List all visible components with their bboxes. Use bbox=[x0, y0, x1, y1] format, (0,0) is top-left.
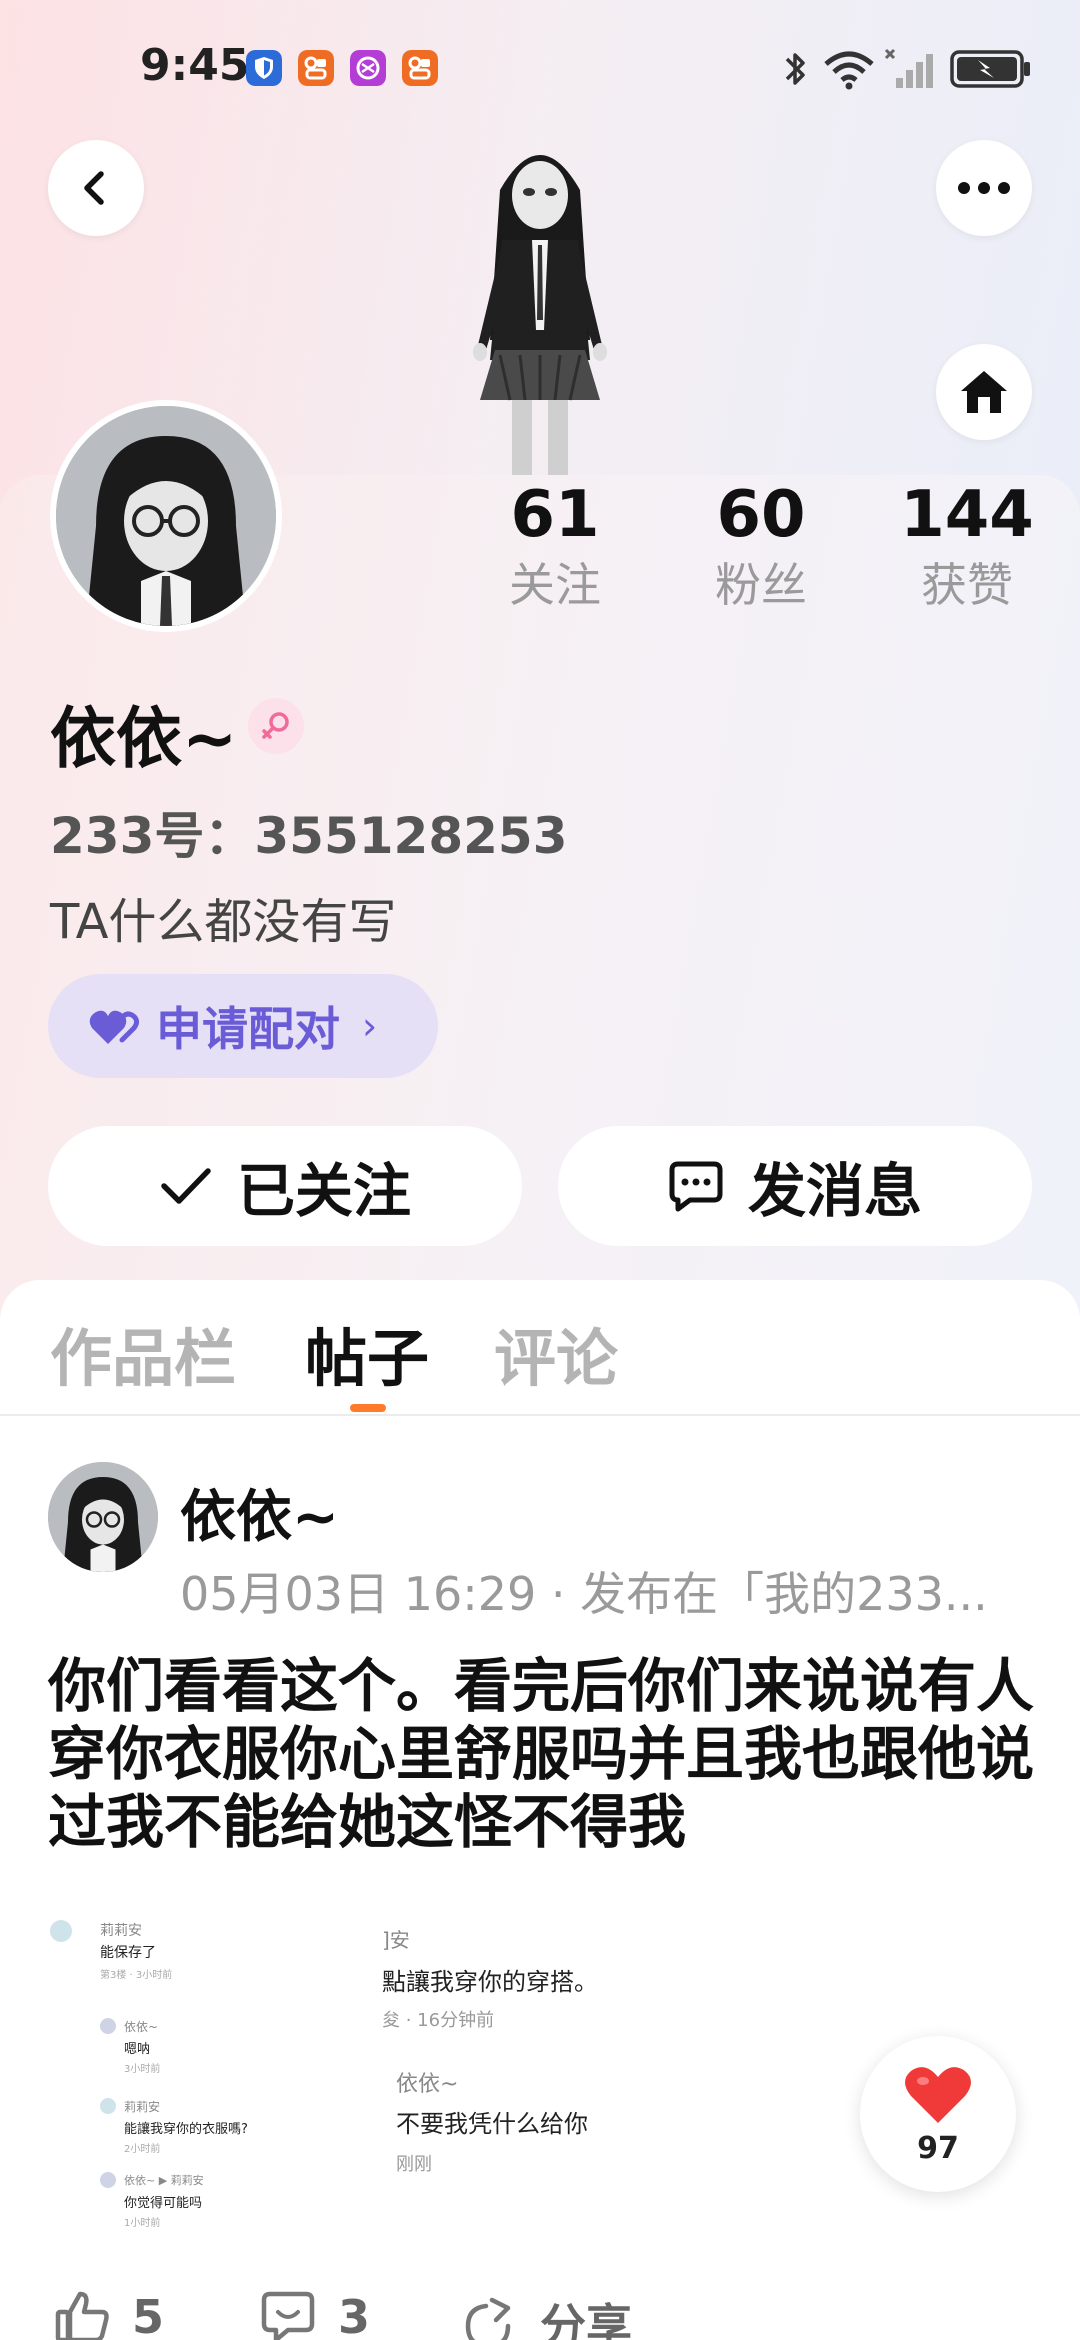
checkmark-icon bbox=[161, 1168, 211, 1204]
female-icon bbox=[262, 712, 289, 739]
comment-name: 莉莉安 bbox=[124, 2100, 161, 2114]
comment-time: 3小时前 bbox=[124, 2064, 161, 2075]
comment-name: 莉莉安 bbox=[100, 1923, 142, 1939]
comment-action[interactable]: 3 bbox=[260, 2290, 370, 2340]
post-image-right: ]安 點讓我穿你的穿搭。 夋 · 16分钟前 依依~ 不要我凭什么给你 刚刚 bbox=[378, 1908, 648, 2238]
comment-name: 依依~ ▶ 莉莉安 bbox=[124, 2174, 204, 2187]
character-figure-image bbox=[473, 155, 607, 480]
comment-time: 刚刚 bbox=[396, 2154, 432, 2175]
post-author-name[interactable]: 依依~ bbox=[180, 1472, 339, 1553]
avatar bbox=[100, 2172, 116, 2188]
post-author-avatar[interactable] bbox=[48, 1462, 158, 1572]
comment-time: 1小时前 bbox=[124, 2218, 161, 2229]
shield-app-icon bbox=[246, 50, 282, 86]
comment-time: 夋 · 16分钟前 bbox=[382, 2010, 495, 2031]
profile-avatar[interactable] bbox=[50, 400, 282, 632]
like-count: 97 bbox=[917, 2130, 959, 2166]
thumbs-up-icon bbox=[55, 2291, 109, 2340]
heart-icon bbox=[905, 2066, 971, 2123]
avatar bbox=[50, 1920, 72, 1942]
comment-time: 2小时前 bbox=[124, 2144, 161, 2155]
following-button-label: 已关注 bbox=[236, 1157, 411, 1225]
message-bubble-icon bbox=[669, 1161, 723, 1212]
chevron-right-icon: › bbox=[362, 1004, 378, 1048]
apply-pairing-button[interactable]: 申请配对 › bbox=[48, 974, 438, 1078]
like-fab-button[interactable]: 97 bbox=[860, 2036, 1016, 2192]
send-message-button[interactable]: 发消息 bbox=[558, 1126, 1032, 1246]
more-dots-icon bbox=[958, 182, 1010, 194]
followers-label: 粉丝 bbox=[715, 558, 807, 612]
signal-icon bbox=[884, 48, 933, 88]
profile-username: 依依~ bbox=[50, 700, 238, 777]
avatar bbox=[100, 2018, 116, 2034]
likes-received-count: 144 bbox=[900, 478, 1034, 552]
following-label: 关注 bbox=[509, 558, 601, 612]
comment-text: 不要我凭什么给你 bbox=[396, 2110, 588, 2138]
bluetooth-icon bbox=[785, 53, 805, 85]
orange-app-icon bbox=[298, 50, 334, 86]
following-button[interactable]: 已关注 bbox=[48, 1126, 522, 1246]
more-button[interactable] bbox=[936, 140, 1032, 236]
stat-followers[interactable]: 60 粉丝 bbox=[686, 475, 836, 615]
active-tab-indicator bbox=[350, 1404, 386, 1412]
avatar-image bbox=[56, 406, 276, 626]
comments-count: 3 bbox=[338, 2290, 371, 2340]
avatar-image bbox=[48, 1462, 158, 1572]
stat-likes[interactable]: 144 获赞 bbox=[892, 475, 1042, 615]
tab-comments[interactable]: 评论 bbox=[494, 1308, 618, 1398]
status-time: 9:45 bbox=[140, 40, 250, 91]
post-image[interactable]: 莉莉安 能保存了 第3楼 · 3小时前 依依~ 嗯呐 3小时前 莉莉安 能讓我穿… bbox=[48, 1908, 648, 2238]
tab-posts[interactable]: 帖子 bbox=[305, 1308, 429, 1398]
tabs-divider bbox=[0, 1414, 1080, 1416]
avatar bbox=[100, 2098, 116, 2114]
stat-following[interactable]: 61 关注 bbox=[480, 475, 630, 615]
comment-text: 能保存了 bbox=[100, 1945, 156, 1961]
profile-bio: TA什么都没有写 bbox=[50, 894, 397, 950]
home-icon bbox=[961, 371, 1007, 413]
share-action[interactable]: 分享 bbox=[462, 2290, 632, 2340]
back-button[interactable] bbox=[48, 140, 144, 236]
comment-text: 點讓我穿你的穿搭。 bbox=[382, 1968, 598, 1996]
share-label: 分享 bbox=[540, 2299, 632, 2340]
wifi-icon bbox=[824, 51, 874, 90]
post-image-left: 莉莉安 能保存了 第3楼 · 3小时前 依依~ 嗯呐 3小时前 莉莉安 能讓我穿… bbox=[48, 1908, 378, 2238]
tab-works[interactable]: 作品栏 bbox=[50, 1308, 236, 1398]
purple-app-icon bbox=[350, 50, 386, 86]
post-meta: 05月03日 16:29 · 发布在「我的233... bbox=[180, 1567, 988, 1621]
apply-pairing-label: 申请配对 bbox=[156, 1002, 340, 1056]
share-icon bbox=[465, 2297, 511, 2340]
comment-text: 你觉得可能吗 bbox=[124, 2196, 203, 2211]
likes-received-label: 获赞 bbox=[921, 558, 1013, 612]
likes-count: 5 bbox=[132, 2290, 165, 2340]
orange-app-icon bbox=[402, 50, 438, 86]
comment-name: 依依~ bbox=[396, 2072, 459, 2097]
battery-icon bbox=[950, 50, 1030, 88]
gender-badge bbox=[248, 698, 304, 754]
chevron-left-icon bbox=[84, 171, 104, 205]
status-bar: 9:45 bbox=[0, 0, 1080, 140]
comment-icon bbox=[261, 2291, 315, 2340]
double-heart-icon bbox=[89, 1010, 140, 1044]
comment-text: 嗯呐 bbox=[124, 2042, 151, 2057]
profile-uid: 233号：355128253 bbox=[50, 807, 568, 865]
send-message-label: 发消息 bbox=[747, 1157, 922, 1225]
post-text[interactable]: 你们看看这个。看完后你们来说说有人穿你衣服你心里舒服吗并且我也跟他说过我不能给她… bbox=[48, 1652, 1038, 1856]
like-action[interactable]: 5 bbox=[54, 2290, 164, 2340]
comment-name: 依依~ bbox=[124, 2020, 159, 2034]
followers-count: 60 bbox=[716, 478, 806, 552]
comment-text: 能讓我穿你的衣服嗎? bbox=[124, 2122, 248, 2137]
following-count: 61 bbox=[510, 478, 600, 552]
comment-name: ]安 bbox=[382, 1928, 410, 1952]
home-button[interactable] bbox=[936, 344, 1032, 440]
comment-time: 第3楼 · 3小时前 bbox=[100, 1970, 173, 1981]
